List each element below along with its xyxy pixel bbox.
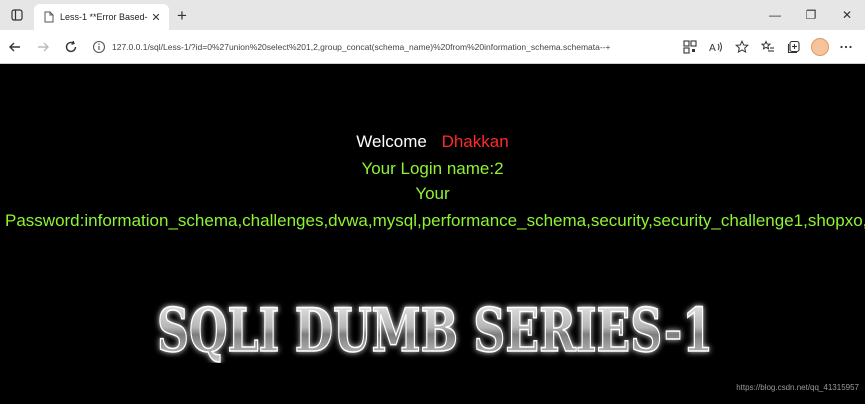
forward-arrow-icon [38,42,49,51]
avatar [811,38,829,56]
user-name: Dhakkan [441,132,509,151]
refresh-button[interactable] [58,34,84,60]
tab-title: Less-1 **Error Based- String** [60,12,149,22]
site-info-icon[interactable] [92,40,106,54]
favorites-bar-button[interactable] [755,34,781,60]
page-viewport: Welcome Dhakkan Your Login name:2 Your P… [0,65,865,404]
browser-toolbar: 127.0.0.1/sql/Less-1/?id=0%27union%20sel… [0,30,865,64]
toolbar-tools: A [677,34,859,60]
password-text: Password:information_schema,challenges,d… [5,211,865,230]
close-tab-icon[interactable]: ✕ [149,10,163,24]
profile-button[interactable] [807,34,833,60]
tab-actions-icon [11,9,23,21]
read-aloud-icon: A [709,42,722,54]
maximize-button[interactable]: ❐ [793,0,829,30]
url-text[interactable]: 127.0.0.1/sql/Less-1/?id=0%27union%20sel… [112,42,611,52]
settings-menu-button[interactable] [833,34,859,60]
read-aloud-button[interactable]: A [703,34,729,60]
welcome-line: Welcome Dhakkan [0,132,865,152]
new-tab-button[interactable]: + [169,2,195,30]
star-icon [735,40,749,54]
qr-code-button[interactable] [677,34,703,60]
tab-strip: Less-1 **Error Based- String** ✕ + — ❐ ✕ [0,0,865,30]
close-window-button[interactable]: ✕ [829,0,865,30]
tab-actions-button[interactable] [0,0,34,30]
address-bar[interactable]: 127.0.0.1/sql/Less-1/?id=0%27union%20sel… [92,33,722,60]
back-button[interactable] [2,34,28,60]
favorite-button[interactable] [729,34,755,60]
window-controls: — ❐ ✕ [757,0,865,30]
your-label: Your [415,184,450,203]
welcome-label: Welcome [356,132,427,151]
minimize-button[interactable]: — [757,0,793,30]
more-dots-icon [840,45,852,49]
svg-text:A: A [709,43,716,54]
watermark-text: https://blog.csdn.net/qq_41315957 [736,383,859,392]
back-arrow-icon [9,42,20,51]
forward-button[interactable] [30,34,56,60]
qr-code-icon [683,40,697,54]
refresh-icon [65,40,77,52]
collections-icon [787,40,800,54]
banner-text: SQLI DUMB SERIES-1 [157,296,713,363]
login-name-text: Your Login name:2 [361,159,504,178]
browser-tab[interactable]: Less-1 **Error Based- String** ✕ [34,4,169,30]
page-icon [44,11,54,23]
sqli-dumb-series-banner: SQLI DUMB SERIES-1 [156,295,714,363]
favorites-list-icon [761,40,774,52]
collections-button[interactable] [781,34,807,60]
